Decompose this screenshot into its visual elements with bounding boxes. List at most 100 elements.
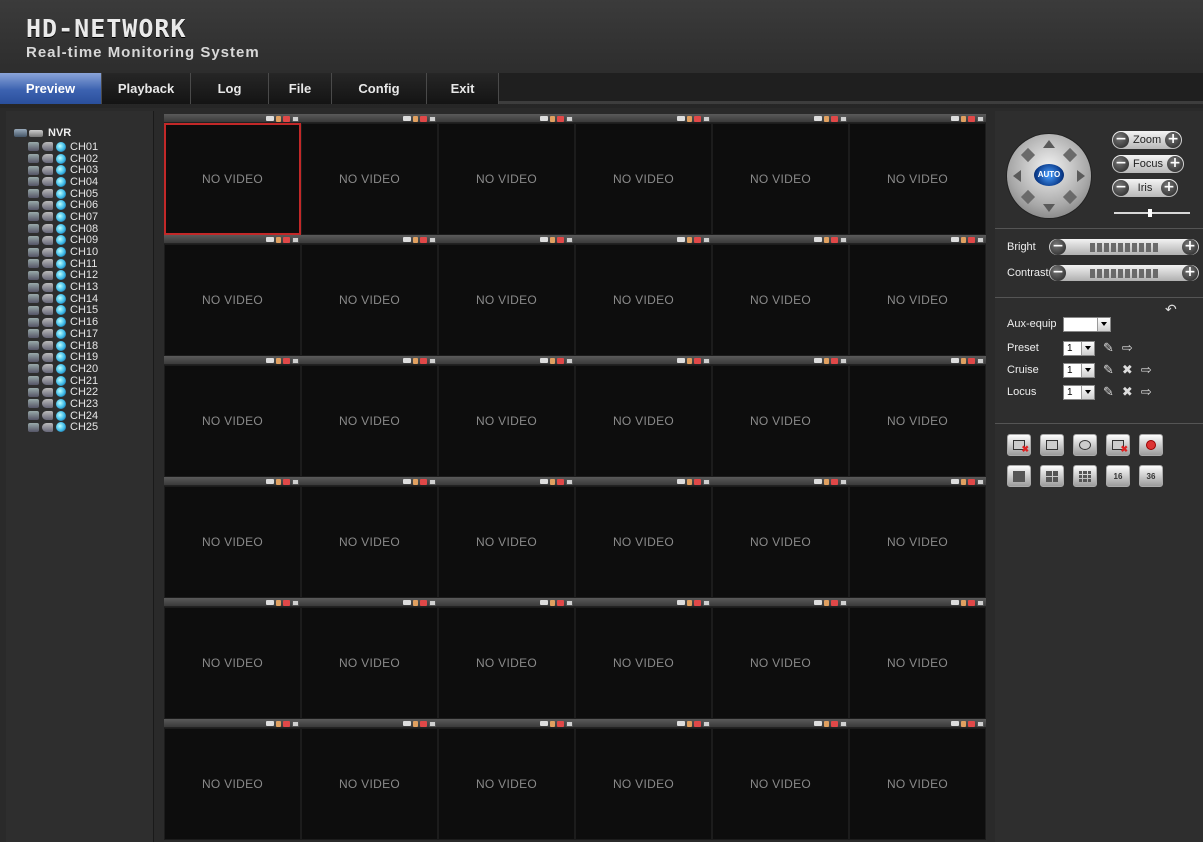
camera-icon[interactable] [42, 341, 53, 351]
locus-select[interactable]: 1 [1063, 384, 1095, 400]
video-cell[interactable]: NO VIDEO [849, 356, 986, 477]
snapshot-icon[interactable] [977, 599, 984, 606]
snapshot-icon[interactable] [566, 236, 573, 243]
video-viewport[interactable]: NO VIDEO [164, 607, 301, 719]
video-stream-icon[interactable] [28, 422, 39, 432]
contrast-plus-button[interactable]: + [1182, 265, 1198, 281]
audio-icon[interactable] [557, 236, 564, 243]
channel-item[interactable]: CH09 [28, 234, 98, 246]
video-cell[interactable]: NO VIDEO [438, 114, 575, 235]
video-viewport[interactable]: NO VIDEO [849, 607, 986, 719]
video-viewport[interactable]: NO VIDEO [438, 607, 575, 719]
snapshot-icon[interactable] [292, 599, 299, 606]
chevron-down-icon[interactable] [1097, 317, 1110, 331]
video-stream-icon[interactable] [28, 224, 39, 234]
chevron-down-icon[interactable] [1081, 341, 1094, 355]
audio-icon[interactable] [283, 115, 290, 122]
video-viewport[interactable]: NO VIDEO [575, 728, 712, 840]
video-viewport[interactable]: NO VIDEO [164, 365, 301, 477]
audio-icon[interactable] [420, 720, 427, 727]
channel-item[interactable]: CH05 [28, 188, 98, 200]
video-stream-icon[interactable] [28, 177, 39, 187]
audio-icon[interactable] [557, 720, 564, 727]
snapshot-icon[interactable] [292, 115, 299, 122]
camera-icon[interactable] [42, 200, 53, 210]
snapshot-icon[interactable] [566, 478, 573, 485]
snapshot-icon[interactable] [566, 357, 573, 364]
audio-icon[interactable] [694, 115, 701, 122]
fullscreen-button[interactable] [1073, 434, 1097, 456]
audio-icon[interactable] [283, 720, 290, 727]
video-stream-icon[interactable] [28, 142, 39, 152]
camera-icon[interactable] [42, 235, 53, 245]
camera-icon[interactable] [42, 189, 53, 199]
bright-level-bars[interactable] [1090, 242, 1158, 252]
tab-config[interactable]: Config [332, 73, 427, 104]
zoom-out-button[interactable]: − [1113, 132, 1129, 148]
snapshot-icon[interactable] [703, 357, 710, 364]
video-cell[interactable]: NO VIDEO [849, 719, 986, 840]
audio-icon[interactable] [557, 357, 564, 364]
audio-icon[interactable] [694, 236, 701, 243]
camera-icon[interactable] [42, 154, 53, 164]
ptz-speed-slider[interactable] [1114, 209, 1190, 217]
video-stream-icon[interactable] [28, 294, 39, 304]
video-viewport[interactable]: NO VIDEO [575, 365, 712, 477]
video-stream-icon[interactable] [28, 282, 39, 292]
video-cell[interactable]: NO VIDEO [575, 719, 712, 840]
camera-icon[interactable] [42, 329, 53, 339]
chevron-down-icon[interactable] [1081, 385, 1094, 399]
channel-item[interactable]: CH12 [28, 269, 98, 281]
video-viewport[interactable]: NO VIDEO [301, 365, 438, 477]
audio-icon[interactable] [968, 115, 975, 122]
video-stream-icon[interactable] [28, 270, 39, 280]
audio-icon[interactable] [283, 599, 290, 606]
camera-icon[interactable] [42, 270, 53, 280]
snapshot-icon[interactable] [977, 478, 984, 485]
ptz-down-right-icon[interactable] [1062, 189, 1078, 205]
aux-equip-select[interactable] [1063, 316, 1111, 332]
video-cell[interactable]: NO VIDEO [438, 235, 575, 356]
ptz-down-icon[interactable] [1043, 204, 1055, 212]
audio-icon[interactable] [420, 478, 427, 485]
audio-icon[interactable] [831, 720, 838, 727]
edit-pencil-icon[interactable]: ✎ [1103, 363, 1114, 378]
video-cell[interactable]: NO VIDEO [438, 598, 575, 719]
video-cell[interactable]: NO VIDEO [575, 477, 712, 598]
audio-icon[interactable] [968, 357, 975, 364]
snapshot-icon[interactable] [566, 599, 573, 606]
record-button[interactable] [1139, 434, 1163, 456]
audio-icon[interactable] [420, 236, 427, 243]
channel-item[interactable]: CH03 [28, 164, 98, 176]
video-cell[interactable]: NO VIDEO [164, 477, 301, 598]
audio-icon[interactable] [694, 599, 701, 606]
iris-minus-button[interactable]: − [1113, 180, 1129, 196]
video-cell[interactable]: NO VIDEO [575, 598, 712, 719]
audio-icon[interactable] [420, 599, 427, 606]
video-stream-icon[interactable] [28, 235, 39, 245]
snapshot-icon[interactable] [292, 236, 299, 243]
audio-icon[interactable] [694, 357, 701, 364]
snapshot-icon[interactable] [703, 720, 710, 727]
ptz-auto-button[interactable]: AUTO [1034, 164, 1064, 186]
video-viewport[interactable]: NO VIDEO [575, 486, 712, 598]
go-arrow-icon[interactable]: ⇨ [1141, 363, 1152, 378]
video-cell[interactable]: NO VIDEO [712, 719, 849, 840]
audio-icon[interactable] [283, 236, 290, 243]
camera-icon[interactable] [42, 259, 53, 269]
channel-item[interactable]: CH19 [28, 351, 98, 363]
audio-icon[interactable] [557, 115, 564, 122]
layout-9-button[interactable] [1073, 465, 1097, 487]
channel-item[interactable]: CH23 [28, 398, 98, 410]
tree-root-nvr[interactable]: NVR [14, 125, 98, 141]
ptz-up-icon[interactable] [1043, 140, 1055, 148]
video-cell[interactable]: NO VIDEO [849, 114, 986, 235]
video-viewport[interactable]: NO VIDEO [712, 607, 849, 719]
video-stream-icon[interactable] [28, 364, 39, 374]
contrast-level-bars[interactable] [1090, 268, 1158, 278]
go-arrow-icon[interactable]: ⇨ [1122, 341, 1133, 356]
video-viewport[interactable]: NO VIDEO [438, 365, 575, 477]
snapshot-icon[interactable] [840, 115, 847, 122]
snapshot-icon[interactable] [429, 236, 436, 243]
snapshot-button[interactable] [1040, 434, 1064, 456]
